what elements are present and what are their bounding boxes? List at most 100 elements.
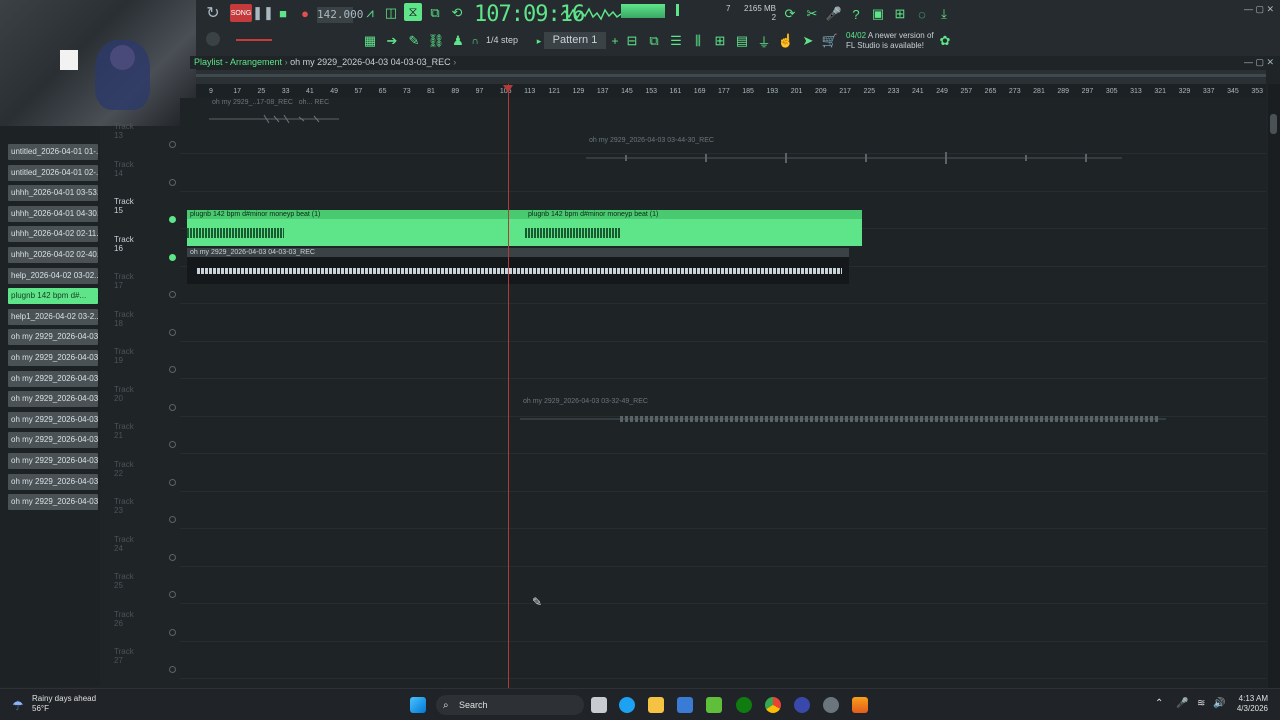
browser-clip-item[interactable]: help_2026-04-02 03-02... bbox=[8, 267, 98, 284]
track-name[interactable]: Track 22 bbox=[114, 460, 134, 478]
add-pattern-icon[interactable]: + bbox=[606, 32, 624, 50]
arrow-right-icon[interactable]: ➔ bbox=[383, 32, 401, 50]
track-mute-toggle[interactable] bbox=[169, 441, 176, 449]
mic-tray-icon[interactable]: 🎤 bbox=[1176, 698, 1188, 709]
volume-icon[interactable]: 🔊 bbox=[1213, 698, 1225, 709]
taskbar-search[interactable]: Search bbox=[436, 695, 584, 715]
fl-studio-taskbar-icon[interactable] bbox=[852, 697, 868, 713]
mic-icon[interactable]: 🎤 bbox=[825, 5, 843, 23]
ea-app-icon[interactable] bbox=[794, 697, 810, 713]
song-pattern-toggle[interactable]: SONG bbox=[230, 4, 252, 22]
taskbar-clock[interactable]: 4:13 AM 4/3/2026 bbox=[1237, 694, 1268, 714]
touch-icon[interactable]: ☝ bbox=[777, 32, 795, 50]
download-icon[interactable]: ⤓ bbox=[935, 5, 953, 23]
send-icon[interactable]: ➤ bbox=[799, 32, 817, 50]
mixer-icon[interactable]: ⊞ bbox=[891, 5, 909, 23]
magnet-icon[interactable]: ∩ bbox=[466, 32, 484, 50]
file-explorer-icon[interactable] bbox=[648, 697, 664, 713]
playlist-grid[interactable] bbox=[180, 98, 1266, 688]
track-name[interactable]: Track 14 bbox=[114, 160, 134, 178]
playlist-overview[interactable] bbox=[196, 70, 1266, 84]
window-controls[interactable]: — ▢ ✕ bbox=[1244, 4, 1274, 15]
timeline-ruler[interactable]: 9 17 25 33 41 49 57 65 73 81 89 97 105 113 121 129 137 14… bbox=[196, 84, 1266, 98]
snap-selector[interactable]: 1/4 step bbox=[486, 35, 518, 45]
track-mute-toggle[interactable] bbox=[169, 591, 176, 599]
transport-mode-icon[interactable]: ↻ bbox=[204, 4, 222, 22]
track-name[interactable]: Track 26 bbox=[114, 610, 134, 628]
browser-clip-item[interactable]: oh my 2929_2026-04-03... bbox=[8, 473, 98, 490]
browser-clip-item[interactable]: oh my 2929_2026-04-03... bbox=[8, 370, 98, 387]
steam-icon[interactable] bbox=[823, 697, 839, 713]
chrome-icon[interactable] bbox=[765, 697, 781, 713]
clip-track15-a[interactable]: plugnb 142 bpm d#minor moneyp beat (1) bbox=[187, 210, 525, 246]
playlist-window-controls[interactable]: — ▢ ✕ bbox=[1244, 57, 1274, 68]
update-notification[interactable]: 04/02 A newer version of FL Studio is av… bbox=[846, 31, 934, 51]
wait-input-icon[interactable]: ◫ bbox=[382, 4, 400, 22]
playlist-icon[interactable]: ⊟ bbox=[623, 32, 641, 50]
cut-icon[interactable]: ✂ bbox=[803, 5, 821, 23]
task-view-icon[interactable] bbox=[591, 697, 607, 713]
track-mute-toggle[interactable] bbox=[169, 216, 176, 224]
minecraft-icon[interactable] bbox=[706, 697, 722, 713]
plug-icon[interactable]: ⏚ bbox=[755, 32, 773, 50]
browser-clip-item[interactable]: oh my 2929_2026-04-03... bbox=[8, 432, 98, 449]
browser-clip-item[interactable]: oh my 2929_2026-04-03... bbox=[8, 411, 98, 428]
browser-clip-item[interactable]: oh my 2929_2026-04-03... bbox=[8, 494, 98, 511]
track-name[interactable]: Track 18 bbox=[114, 310, 134, 328]
track-mute-toggle[interactable] bbox=[169, 366, 176, 374]
track-mute-toggle[interactable] bbox=[169, 328, 176, 336]
master-volume-knob[interactable] bbox=[206, 32, 220, 46]
track-mute-toggle[interactable] bbox=[169, 516, 176, 524]
track-mute-toggle[interactable] bbox=[169, 141, 176, 149]
refresh-icon[interactable]: ⟳ bbox=[781, 5, 799, 23]
track-mute-toggle[interactable] bbox=[169, 628, 176, 636]
master-pitch-slider[interactable] bbox=[236, 39, 272, 41]
loop-record-icon[interactable]: ⟲ bbox=[448, 4, 466, 22]
save-icon[interactable]: ▣ bbox=[869, 5, 887, 23]
track-name[interactable]: Track 16 bbox=[114, 235, 134, 253]
track-name[interactable]: Track 23 bbox=[114, 497, 134, 515]
pause-icon[interactable]: ❚❚ bbox=[252, 4, 274, 22]
piano-icon[interactable]: ☰ bbox=[667, 32, 685, 50]
xbox-icon[interactable] bbox=[736, 697, 752, 713]
playlist-breadcrumb[interactable]: oh my 2929_2026-04-03 04-03-03_REC bbox=[290, 57, 451, 67]
chat-icon[interactable]: ◌ bbox=[913, 5, 931, 23]
countdown-icon[interactable]: ⧖ bbox=[404, 3, 422, 21]
plugin-db-icon[interactable]: ▤ bbox=[733, 32, 751, 50]
playhead[interactable] bbox=[508, 84, 509, 688]
record-icon[interactable]: ● bbox=[296, 4, 314, 22]
track-mute-toggle[interactable] bbox=[169, 666, 176, 674]
browser-clip-item[interactable]: oh my 2929_2026-04-03... bbox=[8, 453, 98, 469]
browser-clip-item[interactable]: uhhh_2026-04-01 03-53... bbox=[8, 185, 98, 202]
help-icon[interactable]: ? bbox=[847, 5, 865, 23]
fl-logo-icon[interactable]: ✿ bbox=[936, 32, 954, 50]
windows-start-icon[interactable] bbox=[410, 697, 426, 713]
channel-rack-icon[interactable]: ⧉ bbox=[645, 32, 663, 50]
browser-clip-item[interactable]: plugnb 142 bpm d#... bbox=[8, 288, 98, 305]
stamp-icon[interactable]: ♟ bbox=[449, 32, 467, 50]
link-icon[interactable]: ⛓ bbox=[427, 32, 445, 50]
tempo-display[interactable]: 142.000 bbox=[317, 7, 363, 23]
pencil-icon[interactable]: ✎ bbox=[405, 32, 423, 50]
clip-track14-ghost[interactable]: oh my 2929_2026-04-03 03-44-30_REC bbox=[586, 136, 1122, 166]
vertical-scrollbar[interactable] bbox=[1268, 84, 1280, 688]
cart-icon[interactable]: 🛒 bbox=[821, 32, 839, 50]
wifi-icon[interactable]: ≋ bbox=[1197, 698, 1205, 709]
track-name[interactable]: Track 27 bbox=[114, 647, 134, 665]
track-mute-toggle[interactable] bbox=[169, 291, 176, 299]
track-name[interactable]: Track 25 bbox=[114, 572, 134, 590]
browser-clip-item[interactable]: oh my 2929_2026-04-03... bbox=[8, 391, 98, 408]
store-icon[interactable] bbox=[677, 697, 693, 713]
clip-track15-b[interactable]: plugnb 142 bpm d#minor moneyp beat (1) bbox=[525, 210, 862, 246]
track-mute-toggle[interactable] bbox=[169, 178, 176, 186]
browser-clip-item[interactable]: uhhh_2026-04-02 02-11... bbox=[8, 226, 98, 243]
track-mute-toggle[interactable] bbox=[169, 253, 176, 261]
tray-chevron-icon[interactable]: ⌃ bbox=[1155, 698, 1163, 709]
track-name[interactable]: Track 24 bbox=[114, 535, 134, 553]
track-mute-toggle[interactable] bbox=[169, 553, 176, 561]
browser-clip-item[interactable]: uhhh_2026-04-01 04-30... bbox=[8, 205, 98, 222]
clip-ghost-top[interactable]: oh my 2929_..17-08_REC oh... REC bbox=[209, 98, 339, 128]
browser-clip-item[interactable]: untitled_2026-04-01 02-... bbox=[8, 164, 98, 181]
track-name[interactable]: Track 15 bbox=[114, 197, 134, 215]
step-edit-icon[interactable]: ⧉ bbox=[426, 4, 444, 22]
